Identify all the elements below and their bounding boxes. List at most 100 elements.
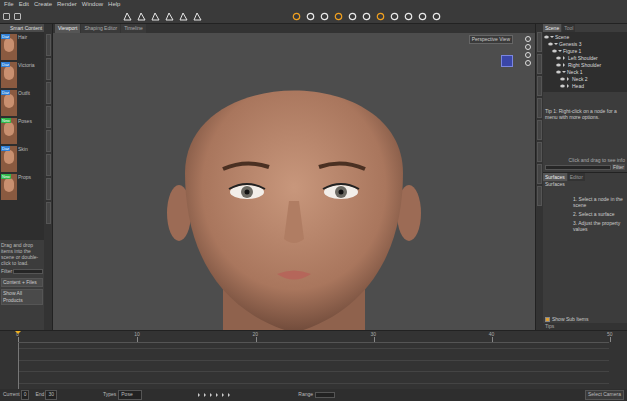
expand-arrow[interactable] bbox=[562, 71, 566, 75]
side-tab[interactable] bbox=[537, 98, 542, 118]
filter-field[interactable] bbox=[545, 165, 611, 170]
tree-node[interactable]: Scene bbox=[543, 33, 627, 40]
tool-icon[interactable] bbox=[362, 12, 371, 21]
tree-node[interactable]: Right Shoulder bbox=[543, 61, 627, 68]
transform-tool-icon[interactable] bbox=[165, 12, 174, 21]
content-item[interactable]: DazOutfit bbox=[1, 90, 43, 116]
surface-tab[interactable]: Editor bbox=[568, 173, 585, 181]
transform-tool-icon[interactable] bbox=[123, 12, 132, 21]
tool-icon[interactable] bbox=[432, 12, 441, 21]
play-icon[interactable] bbox=[228, 393, 232, 397]
play-icon[interactable] bbox=[216, 393, 220, 397]
play-icon[interactable] bbox=[204, 393, 208, 397]
transform-tool-icon[interactable] bbox=[151, 12, 160, 21]
menu-item[interactable]: Render bbox=[57, 1, 77, 8]
types-dropdown[interactable]: Pose bbox=[118, 390, 142, 400]
side-tab[interactable] bbox=[537, 32, 542, 52]
tool-icon[interactable] bbox=[306, 12, 315, 21]
status-button[interactable]: Select Camera bbox=[585, 390, 624, 400]
show-sub-checkbox[interactable] bbox=[545, 317, 550, 322]
expand-arrow[interactable] bbox=[567, 77, 571, 81]
view-cube-icon[interactable] bbox=[501, 55, 513, 67]
panel-tab[interactable]: Smart Content bbox=[0, 24, 44, 32]
control-field[interactable]: 0 bbox=[21, 390, 30, 400]
side-tab[interactable] bbox=[537, 76, 542, 96]
tool-icon[interactable] bbox=[418, 12, 427, 21]
control-field[interactable]: 30 bbox=[45, 390, 57, 400]
eye-icon bbox=[560, 84, 565, 88]
menu-item[interactable]: File bbox=[4, 1, 14, 8]
tool-icon[interactable] bbox=[3, 13, 10, 20]
navigation-icon[interactable] bbox=[525, 44, 531, 50]
menu-item[interactable]: Create bbox=[34, 1, 52, 8]
timeline-ruler[interactable]: 01020304050 bbox=[18, 331, 609, 343]
content-item[interactable]: DazHair bbox=[1, 34, 43, 60]
tree-node[interactable]: Genesis 3 bbox=[543, 40, 627, 47]
range-field[interactable] bbox=[315, 392, 335, 398]
transform-tool-icon[interactable] bbox=[137, 12, 146, 21]
navigation-icon[interactable] bbox=[525, 36, 531, 42]
tool-icon[interactable] bbox=[14, 13, 21, 20]
side-tab[interactable] bbox=[46, 178, 51, 200]
play-icon[interactable] bbox=[198, 393, 202, 397]
expand-arrow[interactable] bbox=[558, 50, 562, 54]
tool-icon[interactable] bbox=[320, 12, 329, 21]
side-tab[interactable] bbox=[537, 142, 542, 162]
side-tab[interactable] bbox=[46, 82, 51, 104]
expand-arrow[interactable] bbox=[554, 43, 558, 47]
side-tab[interactable] bbox=[46, 34, 51, 56]
play-icon[interactable] bbox=[210, 393, 214, 397]
content-item[interactable]: DazVictoria bbox=[1, 62, 43, 88]
tree-node[interactable]: Neck 2 bbox=[543, 75, 627, 82]
tree-node[interactable]: Figure 1 bbox=[543, 47, 627, 54]
side-tab[interactable] bbox=[537, 54, 542, 74]
side-tab[interactable] bbox=[46, 106, 51, 128]
tool-icon[interactable] bbox=[334, 12, 343, 21]
menu-item[interactable]: Help bbox=[108, 1, 120, 8]
tool-icon[interactable] bbox=[292, 12, 301, 21]
expand-arrow[interactable] bbox=[563, 56, 567, 60]
content-button[interactable]: Show All Products bbox=[1, 289, 43, 305]
show-sub-row[interactable]: Show Sub Items bbox=[543, 315, 627, 323]
tree-node[interactable]: Head bbox=[543, 82, 627, 89]
playhead[interactable] bbox=[15, 331, 21, 337]
viewport[interactable]: Perspective View bbox=[53, 33, 535, 330]
transform-tool-icon[interactable] bbox=[179, 12, 188, 21]
view-dropdown[interactable]: Perspective View bbox=[469, 35, 513, 44]
viewport-tab[interactable]: Shaping Editor bbox=[81, 24, 120, 33]
side-tab[interactable] bbox=[46, 58, 51, 80]
menu-item[interactable]: Edit bbox=[19, 1, 29, 8]
viewport-tab[interactable]: Timeline bbox=[121, 24, 146, 33]
navigation-icon[interactable] bbox=[525, 52, 531, 58]
transform-tool-icon[interactable] bbox=[193, 12, 202, 21]
filter-button[interactable]: Filter bbox=[612, 164, 625, 170]
content-item[interactable]: NewProps bbox=[1, 174, 43, 200]
tree-node[interactable]: Left Shoulder bbox=[543, 54, 627, 61]
tool-icon[interactable] bbox=[404, 12, 413, 21]
side-tab[interactable] bbox=[46, 202, 51, 224]
expand-arrow[interactable] bbox=[563, 63, 567, 67]
menu-item[interactable]: Window bbox=[82, 1, 103, 8]
expand-arrow[interactable] bbox=[567, 84, 571, 88]
side-tab[interactable] bbox=[46, 154, 51, 176]
expand-arrow[interactable] bbox=[550, 36, 554, 40]
viewport-tab[interactable]: Viewport bbox=[55, 24, 80, 33]
tool-icon[interactable] bbox=[348, 12, 357, 21]
tool-icon[interactable] bbox=[390, 12, 399, 21]
content-item[interactable]: NewPoses bbox=[1, 118, 43, 144]
tool-icon[interactable] bbox=[376, 12, 385, 21]
side-tab[interactable] bbox=[537, 164, 542, 184]
side-tab[interactable] bbox=[537, 186, 542, 206]
tree-node[interactable]: Neck 1 bbox=[543, 68, 627, 75]
scene-tab[interactable]: Tool bbox=[562, 24, 575, 32]
content-button[interactable]: Content + Files bbox=[1, 278, 43, 287]
play-icon[interactable] bbox=[222, 393, 226, 397]
side-tab[interactable] bbox=[537, 120, 542, 140]
filter-field[interactable] bbox=[13, 269, 43, 274]
content-item[interactable]: DazSkin bbox=[1, 146, 43, 172]
surface-tab[interactable]: Surfaces bbox=[543, 173, 567, 181]
side-tab[interactable] bbox=[46, 130, 51, 152]
scene-tab[interactable]: Scene bbox=[543, 24, 561, 32]
navigation-icon[interactable] bbox=[525, 60, 531, 66]
badge: Daz bbox=[1, 146, 10, 151]
